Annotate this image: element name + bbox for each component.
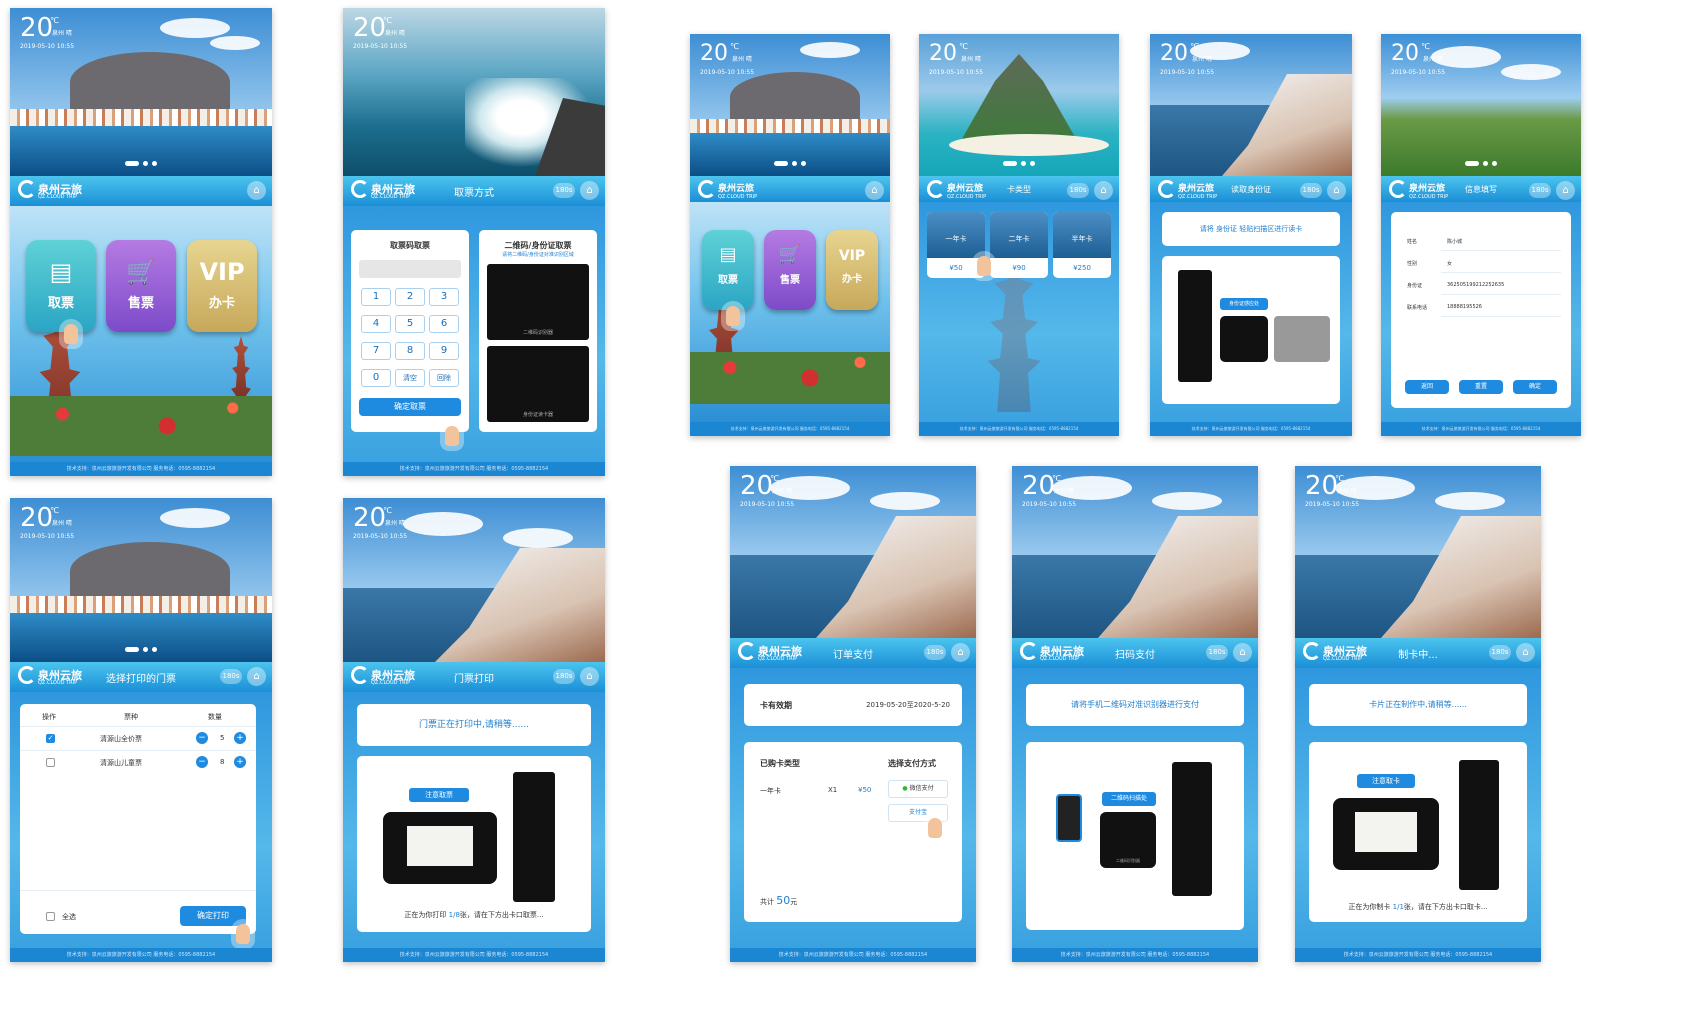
- increase-button[interactable]: +: [234, 756, 246, 768]
- key-0[interactable]: 0: [361, 369, 391, 387]
- touch-hand-icon: [726, 306, 740, 326]
- validity-bar: 卡有效期 2019-05-20至2020-5-20: [744, 684, 962, 726]
- carousel-dots[interactable]: [125, 161, 157, 166]
- kiosk-select-tickets: 20 ℃ 泉州 晴 2019-05-10 10:55 泉州云旅 QZ.CLOUD TR…: [10, 498, 272, 962]
- key-5[interactable]: 5: [395, 315, 425, 333]
- confirm-print-button[interactable]: 确定打印: [180, 906, 246, 926]
- kiosk-main-menu-small: 20 ℃ 泉州 晴 2019-05-10 10:55 泉州云旅 QZ.CLOUD TR…: [690, 34, 890, 436]
- kiosk-scan-pay: 20 ℃ 泉州 晴 2019-05-10 10:55 泉州云旅 QZ.CLOUD TR…: [1012, 466, 1258, 962]
- kiosk-making-card: 20 ℃ 泉州 晴 2019-05-10 10:55 泉州云旅 QZ.CLOUD TR…: [1295, 466, 1541, 962]
- ticket-table: 操作 票种 数量 ✓ 清源山全价票 − 5 + 清源山儿童票 − 8 + 全选 …: [20, 704, 256, 934]
- phone-field[interactable]: 18888195526: [1447, 304, 1482, 310]
- brand-logo-icon: [698, 180, 716, 198]
- gender-field[interactable]: 女: [1447, 260, 1452, 267]
- row-checkbox[interactable]: [46, 758, 55, 767]
- countdown-timer: 180s: [553, 183, 575, 198]
- confirm-button[interactable]: 确定: [1513, 380, 1557, 394]
- ticket-name: 清源山儿童票: [100, 759, 142, 767]
- weather-widget: 20 ℃ 泉州 晴 2019-05-10 10:55: [20, 13, 75, 50]
- kiosk-info-form: 20 ℃ 泉州 晴 2019-05-10 10:55 泉州云旅 QZ.CLOUD TR…: [1381, 34, 1581, 436]
- key-backspace[interactable]: 回除: [429, 369, 459, 387]
- notice-bar: 卡片正在制作中,请稍等......: [1309, 684, 1527, 726]
- touch-hand-icon: [445, 426, 459, 446]
- home-icon[interactable]: ⌂: [1094, 181, 1113, 200]
- qr-id-pickup-panel: 二维码/身份证取票 请将二维码/身份证对准识别区域 二维码识别器 身份证读卡器: [479, 230, 597, 432]
- card-printer-illustration: 注意取卡 正在为你制卡 1/1张，请在下方出卡口取卡...: [1309, 742, 1527, 922]
- code-input[interactable]: [359, 260, 461, 278]
- header-bar: 泉州云旅 QZ.CLOUD TRIP ⌂: [10, 176, 272, 206]
- vip-card-button[interactable]: VIP 办卡: [826, 230, 878, 310]
- touch-hand-icon: [928, 818, 942, 838]
- home-icon[interactable]: ⌂: [580, 667, 599, 686]
- key-6[interactable]: 6: [429, 315, 459, 333]
- wechat-pay-button[interactable]: ● 微信支付: [888, 780, 948, 798]
- touch-hand-icon: [64, 324, 78, 344]
- increase-button[interactable]: +: [234, 732, 246, 744]
- decrease-button[interactable]: −: [196, 756, 208, 768]
- kiosk-card-type: 20 ℃ 泉州 晴 2019-05-10 10:55 泉州云旅 QZ.CLOUD TR…: [919, 34, 1119, 436]
- notice-bar: 门票正在打印中,请稍等......: [357, 704, 591, 746]
- confirm-pickup-button[interactable]: 确定取票: [359, 398, 461, 416]
- touch-hand-icon: [236, 924, 250, 944]
- row-checkbox[interactable]: ✓: [46, 734, 55, 743]
- qr-scanner-image: 二维码识别器: [487, 264, 589, 340]
- key-7[interactable]: 7: [361, 342, 391, 360]
- key-4[interactable]: 4: [361, 315, 391, 333]
- key-1[interactable]: 1: [361, 288, 391, 306]
- select-all-checkbox[interactable]: [46, 912, 55, 921]
- pickup-ticket-button[interactable]: ▤ 取票: [26, 240, 96, 332]
- kiosk-printing: 20 ℃ 泉州 晴 2019-05-10 10:55 泉州云旅 QZ.CLOUD TR…: [343, 498, 605, 962]
- reset-button[interactable]: 重置: [1459, 380, 1503, 394]
- home-icon[interactable]: ⌂: [865, 181, 884, 200]
- home-icon[interactable]: ⌂: [580, 181, 599, 200]
- buy-ticket-button[interactable]: 🛒 售票: [106, 240, 176, 332]
- brand-logo-icon: [18, 180, 36, 198]
- kiosk-pickup-method: 20 ℃ 泉州 晴 2019-05-10 10:55 泉州云旅 QZ.CLOUD TR…: [343, 8, 605, 476]
- home-icon[interactable]: ⌂: [247, 667, 266, 686]
- key-clear[interactable]: 清空: [395, 369, 425, 387]
- qr-scan-illustration: 二维码扫描处 二维码识别器: [1026, 742, 1244, 930]
- key-9[interactable]: 9: [429, 342, 459, 360]
- code-pickup-panel: 取票码取票 1 2 3 4 5 6 7 8 9 0 清空 回除 确定取票: [351, 230, 469, 432]
- id-number-field[interactable]: 362505199212252635: [1447, 282, 1504, 288]
- decrease-button[interactable]: −: [196, 732, 208, 744]
- id-reader-image: 身份证读卡器: [487, 346, 589, 422]
- card-option-3[interactable]: 半年卡 ¥250: [1053, 212, 1111, 278]
- key-3[interactable]: 3: [429, 288, 459, 306]
- buy-ticket-button[interactable]: 🛒 售票: [764, 230, 816, 310]
- key-2[interactable]: 2: [395, 288, 425, 306]
- back-button[interactable]: 返回: [1405, 380, 1449, 394]
- page-title: 卡类型: [1007, 185, 1031, 194]
- home-icon[interactable]: ⌂: [1516, 643, 1535, 662]
- home-icon[interactable]: ⌂: [247, 181, 266, 200]
- card-option-2[interactable]: 二年卡 ¥90: [990, 212, 1048, 278]
- notice-bar: 请将手机二维码对准识别器进行支付: [1026, 684, 1244, 726]
- ticket-name: 清源山全价票: [100, 735, 142, 743]
- home-icon[interactable]: ⌂: [1233, 643, 1252, 662]
- kiosk-main-menu: 20 ℃ 泉州 晴 2019-05-10 10:55 泉州云旅 QZ.CLOUD TR…: [10, 8, 272, 476]
- name-field[interactable]: 陈小城: [1447, 238, 1462, 245]
- home-icon[interactable]: ⌂: [951, 643, 970, 662]
- weather-widget: 20 ℃ 泉州 晴 2019-05-10 10:55: [353, 13, 408, 50]
- printer-illustration: 注意取票 正在为你打印 1/8张，请在下方出卡口取票...: [357, 756, 591, 932]
- pickup-ticket-button[interactable]: ▤ 取票: [702, 230, 754, 310]
- key-8[interactable]: 8: [395, 342, 425, 360]
- info-form: 姓名 陈小城 性别 女 身份证 362505199212252635 联系电话 …: [1391, 212, 1571, 408]
- touch-hand-icon: [977, 256, 991, 276]
- footer: 技术支持：泉州云旅旅游开发有限公司 服务电话：0595-8882154: [10, 462, 272, 476]
- home-icon[interactable]: ⌂: [1327, 181, 1346, 200]
- notice-bar: 请将 身份证 轻贴扫描区进行读卡: [1162, 212, 1340, 246]
- id-reader-illustration: 身份证感应处: [1162, 256, 1340, 404]
- hero-banner: 20 ℃ 泉州 晴 2019-05-10 10:55: [10, 8, 272, 176]
- page-title: 信息填写: [1465, 185, 1497, 194]
- home-icon[interactable]: ⌂: [1556, 181, 1575, 200]
- kiosk-read-id: 20 ℃ 泉州 晴 2019-05-10 10:55 泉州云旅 QZ.CLOUD TR…: [1150, 34, 1352, 436]
- vip-card-button[interactable]: VIP 办卡: [187, 240, 257, 332]
- kiosk-order-payment: 20 ℃ 泉州 晴 2019-05-10 10:55 泉州云旅 QZ.CLOUD TR…: [730, 466, 976, 962]
